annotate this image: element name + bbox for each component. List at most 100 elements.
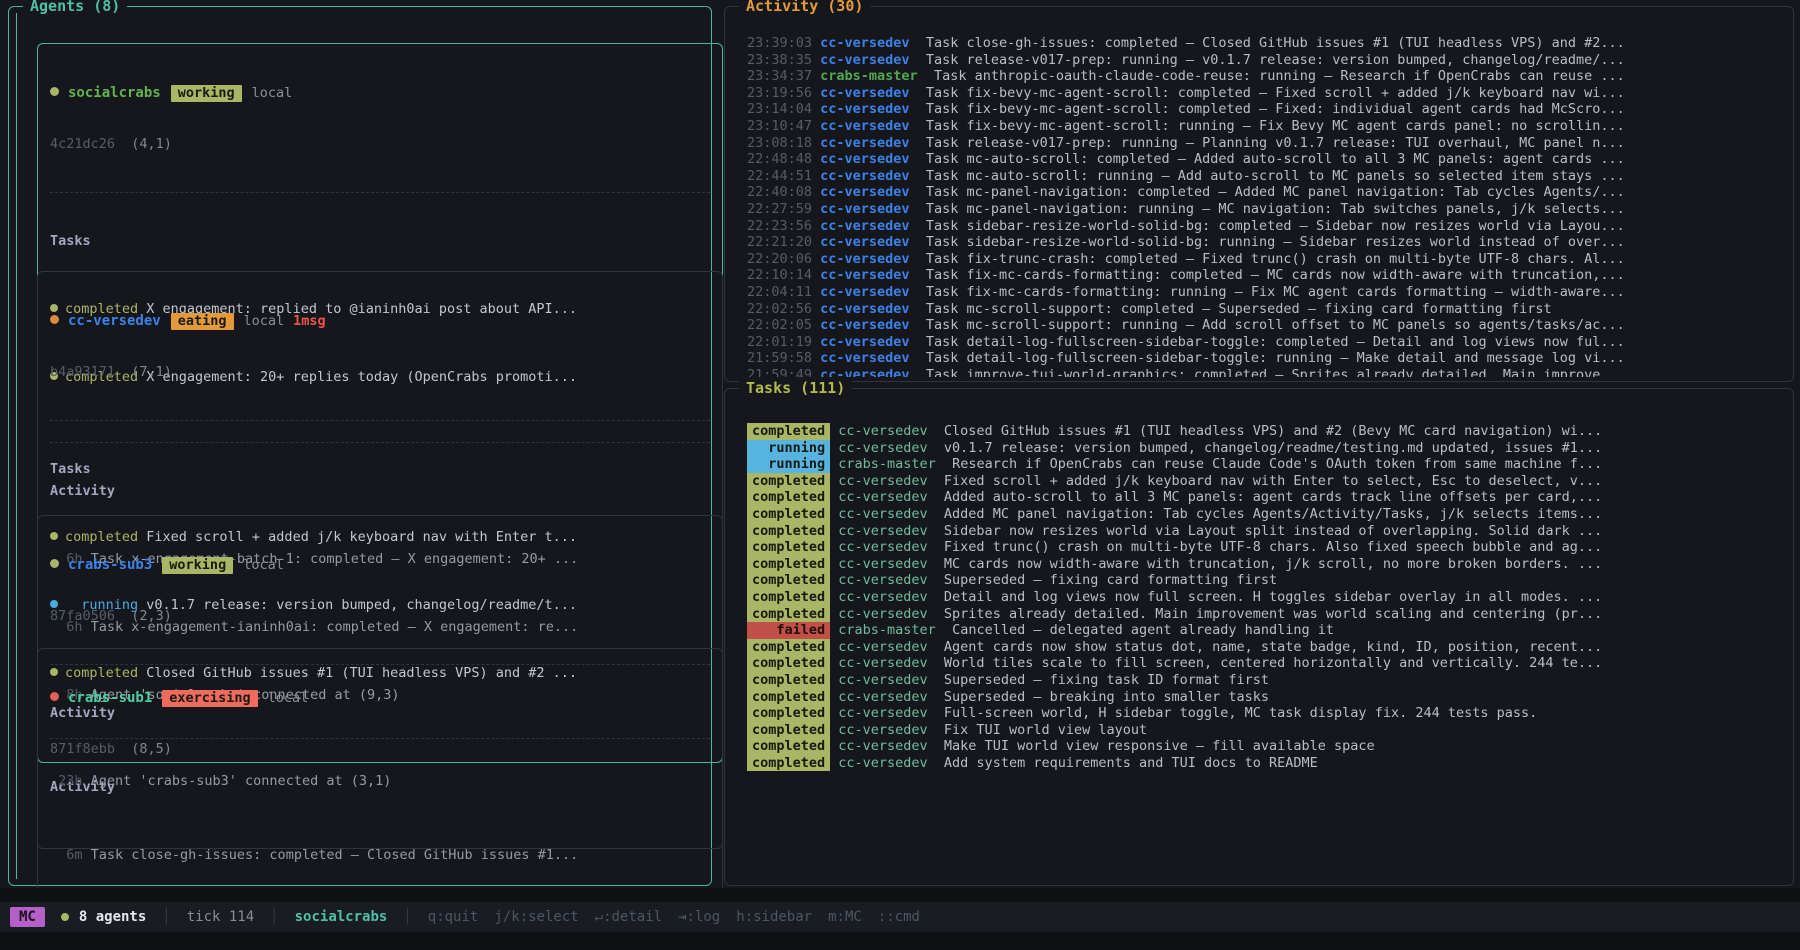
activity-message: Task mc-panel-navigation: completed — Ad…	[926, 184, 1625, 200]
task-agent: cc-versedev	[838, 589, 927, 605]
activity-age: 6m	[50, 847, 83, 864]
task-agent: cc-versedev	[838, 689, 927, 705]
task-status-badge: completed	[747, 589, 830, 606]
task-status-badge: completed	[747, 655, 830, 672]
activity-row[interactable]: 22:10:14cc-versedevTask fix-mc-cards-for…	[747, 267, 1789, 284]
activity-row[interactable]: 22:48:48cc-versedevTask mc-auto-scroll: …	[747, 151, 1789, 168]
task-message: Superseded — fixing card formatting firs…	[944, 572, 1277, 588]
activity-row[interactable]: 23:14:04cc-versedevTask fix-bevy-mc-agen…	[747, 101, 1789, 118]
activity-row[interactable]: 22:20:06cc-versedevTask fix-trunc-crash:…	[747, 251, 1789, 268]
activity-row[interactable]: 23:34:37crabs-masterTask anthropic-oauth…	[747, 68, 1789, 85]
task-row[interactable]: completedcc-versedevSuperseded — breakin…	[747, 689, 1789, 706]
task-agent: cc-versedev	[838, 572, 927, 588]
task-status-badge: running	[747, 456, 830, 473]
activity-row[interactable]: 23:38:35cc-versedevTask release-v017-pre…	[747, 52, 1789, 69]
task-row[interactable]: completedcc-versedevMC cards now width-a…	[747, 556, 1789, 573]
task-row[interactable]: completedcc-versedevFix TUI world view l…	[747, 722, 1789, 739]
task-row[interactable]: completedcc-versedevAdded auto-scroll to…	[747, 489, 1789, 506]
task-status-badge: completed	[747, 722, 830, 739]
task-status-badge: completed	[747, 606, 830, 623]
activity-agent: cc-versedev	[820, 350, 909, 366]
agent-id-row: 4c21dc26(4,1)	[50, 136, 710, 153]
agent-head-row: socialcrabsworkinglocal	[50, 85, 710, 102]
activity-message: Task mc-panel-navigation: running — MC n…	[926, 201, 1625, 217]
task-row[interactable]: completedcc-versedevSuperseded — fixing …	[747, 672, 1789, 689]
task-status-badge: completed	[747, 572, 830, 589]
activity-panel: Activity (30) 23:39:03cc-versedevTask cl…	[724, 6, 1794, 382]
task-row[interactable]: completedcc-versedevSprites already deta…	[747, 606, 1789, 623]
activity-row[interactable]: 22:44:51cc-versedevTask mc-auto-scroll: …	[747, 168, 1789, 185]
activity-row[interactable]: 22:04:11cc-versedevTask fix-mc-cards-for…	[747, 284, 1789, 301]
activity-row[interactable]: 22:02:05cc-versedevTask mc-scroll-suppor…	[747, 317, 1789, 334]
task-row[interactable]: completedcc-versedevFull-screen world, H…	[747, 705, 1789, 722]
task-row[interactable]: completedcc-versedevAdd system requireme…	[747, 755, 1789, 772]
activity-agent: cc-versedev	[820, 267, 909, 283]
task-row[interactable]: completedcc-versedevFixed scroll + added…	[747, 473, 1789, 490]
activity-row[interactable]: 22:21:20cc-versedevTask sidebar-resize-w…	[747, 234, 1789, 251]
activity-message: Task sidebar-resize-world-solid-bg: runn…	[926, 234, 1625, 250]
task-message: Full-screen world, H sidebar toggle, MC …	[944, 705, 1537, 721]
activity-message: Task mc-scroll-support: running — Add sc…	[926, 317, 1625, 333]
task-row[interactable]: completedcc-versedevFixed trunc() crash …	[747, 539, 1789, 556]
activity-agent: cc-versedev	[820, 118, 909, 134]
agent-id: 4c21dc26	[50, 136, 115, 152]
task-row[interactable]: completedcc-versedevClosed GitHub issues…	[747, 423, 1789, 440]
status-bar: MC 8 agents │ tick 114 │ socialcrabs │ q…	[0, 902, 1800, 932]
activity-row[interactable]: 22:02:56cc-versedevTask mc-scroll-suppor…	[747, 301, 1789, 318]
task-row[interactable]: completedcc-versedevMake TUI world view …	[747, 738, 1789, 755]
agent-kind: local	[268, 690, 309, 706]
activity-agent: cc-versedev	[820, 251, 909, 267]
activity-row[interactable]: 23:10:47cc-versedevTask fix-bevy-mc-agen…	[747, 118, 1789, 135]
activity-list: 23:39:03 cc-versedev Task close-gh-issues:…	[747, 35, 1789, 377]
activity-timestamp: 23:08:18	[747, 135, 812, 151]
task-row[interactable]: completed cc-versedev Superseded — fixing …	[747, 572, 1789, 589]
activity-row[interactable]: 23:08:18cc-versedevTask release-v017-pre…	[747, 135, 1789, 152]
activity-agent: cc-versedev	[820, 284, 909, 300]
activity-timestamp: 22:44:51	[747, 168, 812, 184]
activity-agent: cc-versedev	[820, 35, 909, 51]
activity-row[interactable]: 22:23:56cc-versedevTask sidebar-resize-w…	[747, 218, 1789, 235]
activity-agent: cc-versedev	[820, 184, 909, 200]
task-status-badge: completed	[747, 473, 830, 490]
activity-timestamp: 23:10:47	[747, 118, 812, 134]
task-row[interactable]: completedcc-versedevAdded MC panel navig…	[747, 506, 1789, 523]
task-message: MC cards now width-aware with truncation…	[944, 556, 1602, 572]
activity-row[interactable]: 22:40:08cc-versedevTask mc-panel-navigat…	[747, 184, 1789, 201]
task-message: Fixed scroll + added j/k keyboard nav wi…	[944, 473, 1602, 489]
task-agent: cc-versedev	[838, 506, 927, 522]
activity-row[interactable]: 22:01:19cc-versedevTask detail-log-fulls…	[747, 334, 1789, 351]
activity-row[interactable]: 21:59:58cc-versedevTask detail-log-fulls…	[747, 350, 1789, 367]
activity-row[interactable]: 23:39:03 cc-versedev Task close-gh-issues:…	[747, 35, 1789, 52]
activity-row[interactable]: 23:19:56cc-versedevTask fix-bevy-mc-agen…	[747, 85, 1789, 102]
task-status-badge: completed	[747, 506, 830, 523]
task-message: Superseded — fixing task ID format first	[944, 672, 1269, 688]
task-row[interactable]: runningcc-versedevv0.1.7 release: versio…	[747, 440, 1789, 457]
task-status-badge: completed	[747, 639, 830, 656]
activity-timestamp: 23:39:03	[747, 35, 812, 51]
agent-id: 871f8ebb	[50, 741, 115, 757]
agent-id-row: b4a93171(7,1)	[50, 364, 710, 381]
agent-status-dot	[50, 692, 59, 701]
activity-row[interactable]: 22:27:59cc-versedevTask mc-panel-navigat…	[747, 201, 1789, 218]
task-row[interactable]: completedcc-versedevWorld tiles scale to…	[747, 655, 1789, 672]
mc-mode-badge[interactable]: MC	[10, 907, 45, 927]
activity-timestamp: 23:38:35	[747, 52, 812, 68]
task-row[interactable]: completedcc-versedevAgent cards now show…	[747, 639, 1789, 656]
task-message: Research if OpenCrabs can reuse Claude C…	[952, 456, 1602, 472]
activity-timestamp: 21:59:49	[747, 367, 812, 377]
task-row[interactable]: runningcrabs-masterResearch if OpenCrabs…	[747, 456, 1789, 473]
task-row[interactable]: completedcc-versedevDetail and log views…	[747, 589, 1789, 606]
task-agent: cc-versedev	[838, 523, 927, 539]
activity-message: Task release-v017-prep: running — v0.1.7…	[926, 52, 1625, 68]
agent-unread-messages: 1msg	[293, 313, 326, 329]
activity-row[interactable]: 21:59:49cc-versedevTask improve-tui-worl…	[747, 367, 1789, 377]
agent-card-crabs-sub1[interactable]: crabs-sub1exercisinglocal 871f8ebb(8,5) …	[37, 648, 723, 789]
card-divider	[50, 192, 710, 193]
activity-timestamp: 22:04:11	[747, 284, 812, 300]
activity-message: Task close-gh-issues: completed — Closed…	[926, 35, 1625, 51]
agent-state-badge: exercising	[162, 690, 257, 707]
selected-agent-name[interactable]: socialcrabs	[295, 909, 388, 925]
task-row[interactable]: failedcrabs-masterCancelled — delegated …	[747, 622, 1789, 639]
task-row[interactable]: completedcc-versedevSidebar now resizes …	[747, 523, 1789, 540]
agent-status-dot	[50, 559, 59, 568]
